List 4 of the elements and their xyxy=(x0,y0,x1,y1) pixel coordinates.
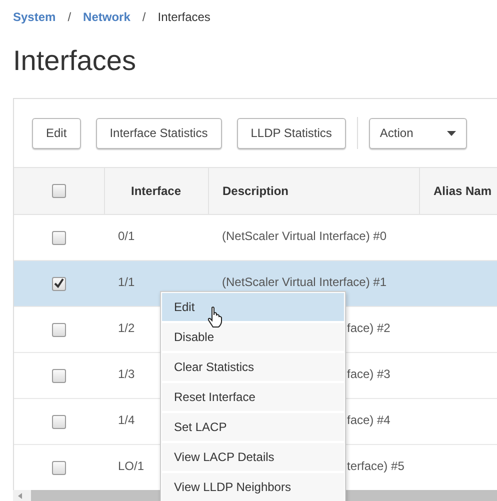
breadcrumb-separator: / xyxy=(142,10,146,24)
breadcrumb-current: Interfaces xyxy=(158,10,210,24)
breadcrumb-separator: / xyxy=(68,10,72,24)
page-title: Interfaces xyxy=(13,44,137,78)
